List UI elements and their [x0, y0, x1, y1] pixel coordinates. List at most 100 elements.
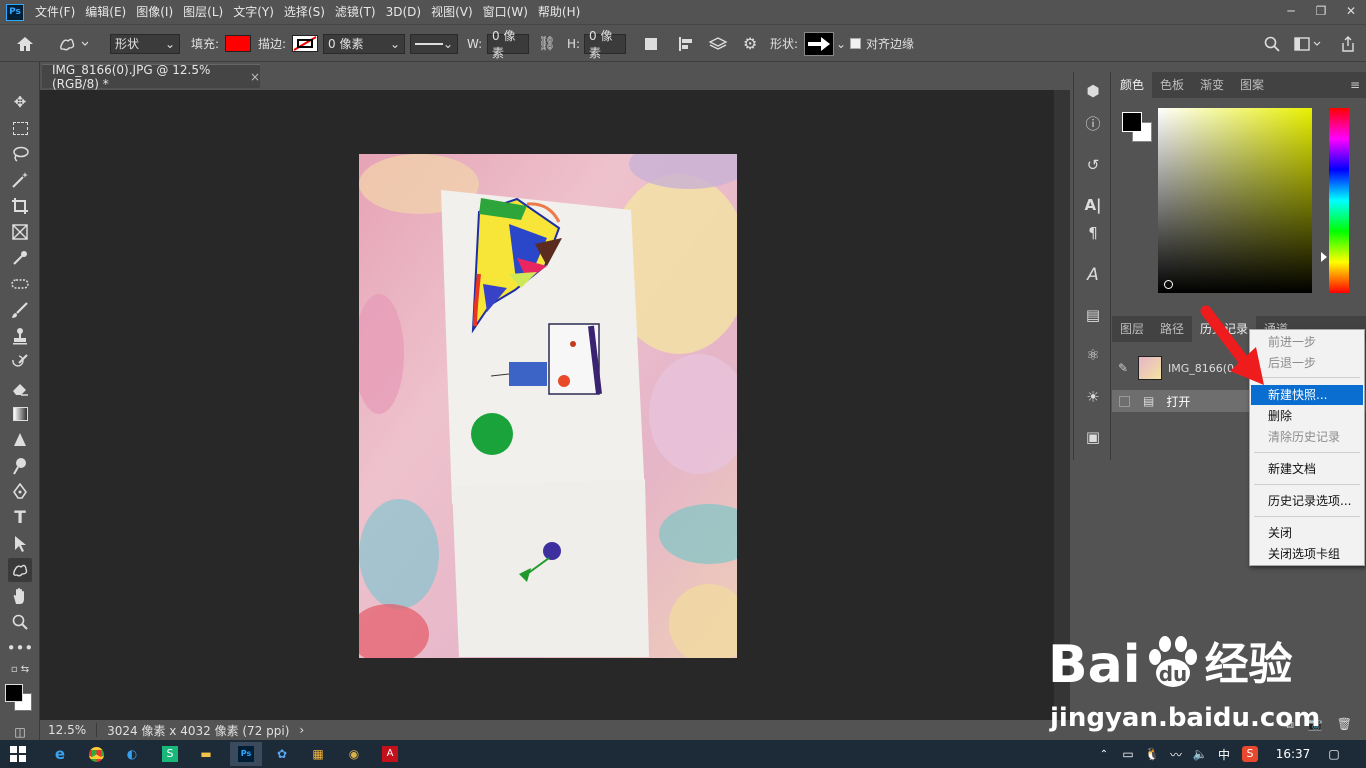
tab-swatches[interactable]: 色板: [1152, 72, 1192, 98]
document-tab[interactable]: IMG_8166(0).JPG @ 12.5%(RGB/8) * ×: [42, 63, 260, 91]
swap-colors-icon[interactable]: ▫ ⇆: [8, 662, 32, 676]
menu-layer[interactable]: 图层(L): [178, 0, 228, 24]
menu-window[interactable]: 窗口(W): [478, 0, 533, 24]
notes-icon[interactable]: ▤: [1082, 304, 1104, 326]
app-icon-3[interactable]: ◉: [342, 742, 366, 766]
learn-icon[interactable]: ☀: [1082, 386, 1104, 408]
marquee-tool-icon[interactable]: [8, 116, 32, 140]
menu-close-tab-group[interactable]: 关闭选项卡组: [1251, 544, 1363, 564]
properties-icon[interactable]: ⚛: [1082, 344, 1104, 366]
menu-view[interactable]: 视图(V): [426, 0, 478, 24]
history-brush-source-icon[interactable]: ✎: [1118, 361, 1132, 375]
menu-file[interactable]: 文件(F): [30, 0, 80, 24]
tab-gradients[interactable]: 渐变: [1192, 72, 1232, 98]
libraries-icon[interactable]: ▣: [1082, 426, 1104, 448]
clone-stamp-icon[interactable]: [8, 324, 32, 348]
glyphs-icon[interactable]: A: [1082, 264, 1104, 286]
fill-swatch[interactable]: [225, 35, 251, 52]
history-brush-icon[interactable]: [8, 350, 32, 374]
chrome-icon[interactable]: [84, 742, 108, 766]
color-field[interactable]: [1158, 108, 1312, 293]
app-icon-2[interactable]: ▦: [306, 742, 330, 766]
tab-layers[interactable]: 图层: [1112, 316, 1152, 342]
internet-explorer-icon[interactable]: e: [48, 742, 72, 766]
foreground-color-swatch[interactable]: [5, 684, 23, 702]
type-tool-icon[interactable]: T: [8, 506, 32, 530]
home-icon[interactable]: [16, 25, 34, 62]
hue-slider[interactable]: [1329, 108, 1349, 293]
status-menu-arrow[interactable]: ›: [299, 723, 304, 737]
custom-shape-tool-icon[interactable]: [8, 558, 32, 582]
restore-icon[interactable]: ❐: [1306, 0, 1336, 22]
ime-indicator[interactable]: 中: [1212, 742, 1236, 766]
foreground-color-swatch[interactable]: [1122, 112, 1142, 132]
path-arrangement-icon[interactable]: [708, 25, 728, 62]
app-icon-4[interactable]: A: [378, 742, 402, 766]
eraser-icon[interactable]: [8, 376, 32, 400]
tab-color[interactable]: 颜色: [1112, 72, 1153, 98]
blur-tool-icon[interactable]: [8, 428, 32, 452]
network-icon[interactable]: ▭: [1116, 742, 1140, 766]
brush-tool-icon[interactable]: [8, 298, 32, 322]
frame-tool-icon[interactable]: [8, 220, 32, 244]
path-selection-icon[interactable]: [8, 532, 32, 556]
pen-tool-icon[interactable]: [8, 480, 32, 504]
wifi-icon[interactable]: 〰: [1164, 742, 1188, 766]
move-tool-icon[interactable]: ✥: [8, 90, 32, 114]
tab-paths[interactable]: 路径: [1152, 316, 1192, 342]
close-icon[interactable]: ✕: [1336, 0, 1366, 22]
app-icon-1[interactable]: ✿: [270, 742, 294, 766]
eyedropper-icon[interactable]: [8, 246, 32, 270]
notification-icon[interactable]: ▢: [1322, 742, 1346, 766]
menu-type[interactable]: 文字(Y): [228, 0, 279, 24]
volume-icon[interactable]: 🔈: [1188, 742, 1212, 766]
width-input[interactable]: 0 像素: [487, 29, 529, 60]
gear-icon[interactable]: ⚙: [743, 25, 757, 62]
edge-icon[interactable]: ◐: [120, 742, 144, 766]
search-icon[interactable]: [1264, 25, 1280, 62]
menu-close[interactable]: 关闭: [1251, 523, 1363, 543]
custom-shape-tool-icon[interactable]: [58, 25, 88, 62]
zoom-tool-icon[interactable]: [8, 610, 32, 634]
hue-slider-handle[interactable]: [1321, 252, 1327, 262]
info-icon[interactable]: ⓘ: [1082, 112, 1104, 134]
stroke-type-select[interactable]: ⌄: [410, 33, 458, 54]
menu-select[interactable]: 选择(S): [279, 0, 330, 24]
menu-edit[interactable]: 编辑(E): [80, 0, 131, 24]
path-operations-icon[interactable]: [645, 25, 657, 62]
close-tab-icon[interactable]: ×: [250, 70, 260, 84]
share-icon[interactable]: [1340, 25, 1356, 62]
menu-history-options[interactable]: 历史记录选项...: [1251, 491, 1363, 511]
menu-delete[interactable]: 删除: [1251, 406, 1363, 426]
hand-tool-icon[interactable]: [8, 584, 32, 608]
lasso-tool-icon[interactable]: [8, 142, 32, 166]
3d-panel-icon[interactable]: ⬢: [1082, 80, 1104, 102]
photoshop-taskbar-icon[interactable]: Ps: [230, 742, 262, 766]
menu-help[interactable]: 帮助(H): [533, 0, 585, 24]
document-image[interactable]: [359, 154, 737, 658]
paragraph-icon[interactable]: ¶: [1082, 222, 1104, 244]
menu-clear-history[interactable]: 清除历史记录: [1251, 427, 1363, 447]
shape-picker[interactable]: ⌄: [804, 25, 846, 62]
tab-patterns[interactable]: 图案: [1232, 72, 1272, 98]
history-icon[interactable]: ↺: [1082, 154, 1104, 176]
dodge-tool-icon[interactable]: [8, 454, 32, 478]
healing-brush-icon[interactable]: [8, 272, 32, 296]
link-icon[interactable]: ⛓: [538, 25, 556, 62]
workspace-icon[interactable]: [1294, 25, 1322, 62]
character-icon[interactable]: A|: [1082, 194, 1104, 216]
file-explorer-icon[interactable]: ▬: [194, 742, 218, 766]
menu-new-document[interactable]: 新建文档: [1251, 459, 1363, 479]
align-edges-checkbox[interactable]: [850, 38, 861, 49]
mode-select[interactable]: 形状 ⌄: [110, 33, 180, 54]
crop-tool-icon[interactable]: [8, 194, 32, 218]
zoom-level[interactable]: 12.5%: [40, 723, 98, 737]
sogou-icon[interactable]: S: [1238, 742, 1262, 766]
panel-menu-icon[interactable]: ≡: [1350, 78, 1360, 92]
menu-image[interactable]: 图像(I): [131, 0, 178, 24]
menu-filter[interactable]: 滤镜(T): [330, 0, 381, 24]
stroke-width-input[interactable]: 0 像素 ⌄: [323, 33, 405, 54]
history-step-checkbox[interactable]: [1119, 395, 1130, 407]
gradient-icon[interactable]: [8, 402, 32, 426]
tray-overflow-icon[interactable]: ⌃: [1092, 742, 1116, 766]
